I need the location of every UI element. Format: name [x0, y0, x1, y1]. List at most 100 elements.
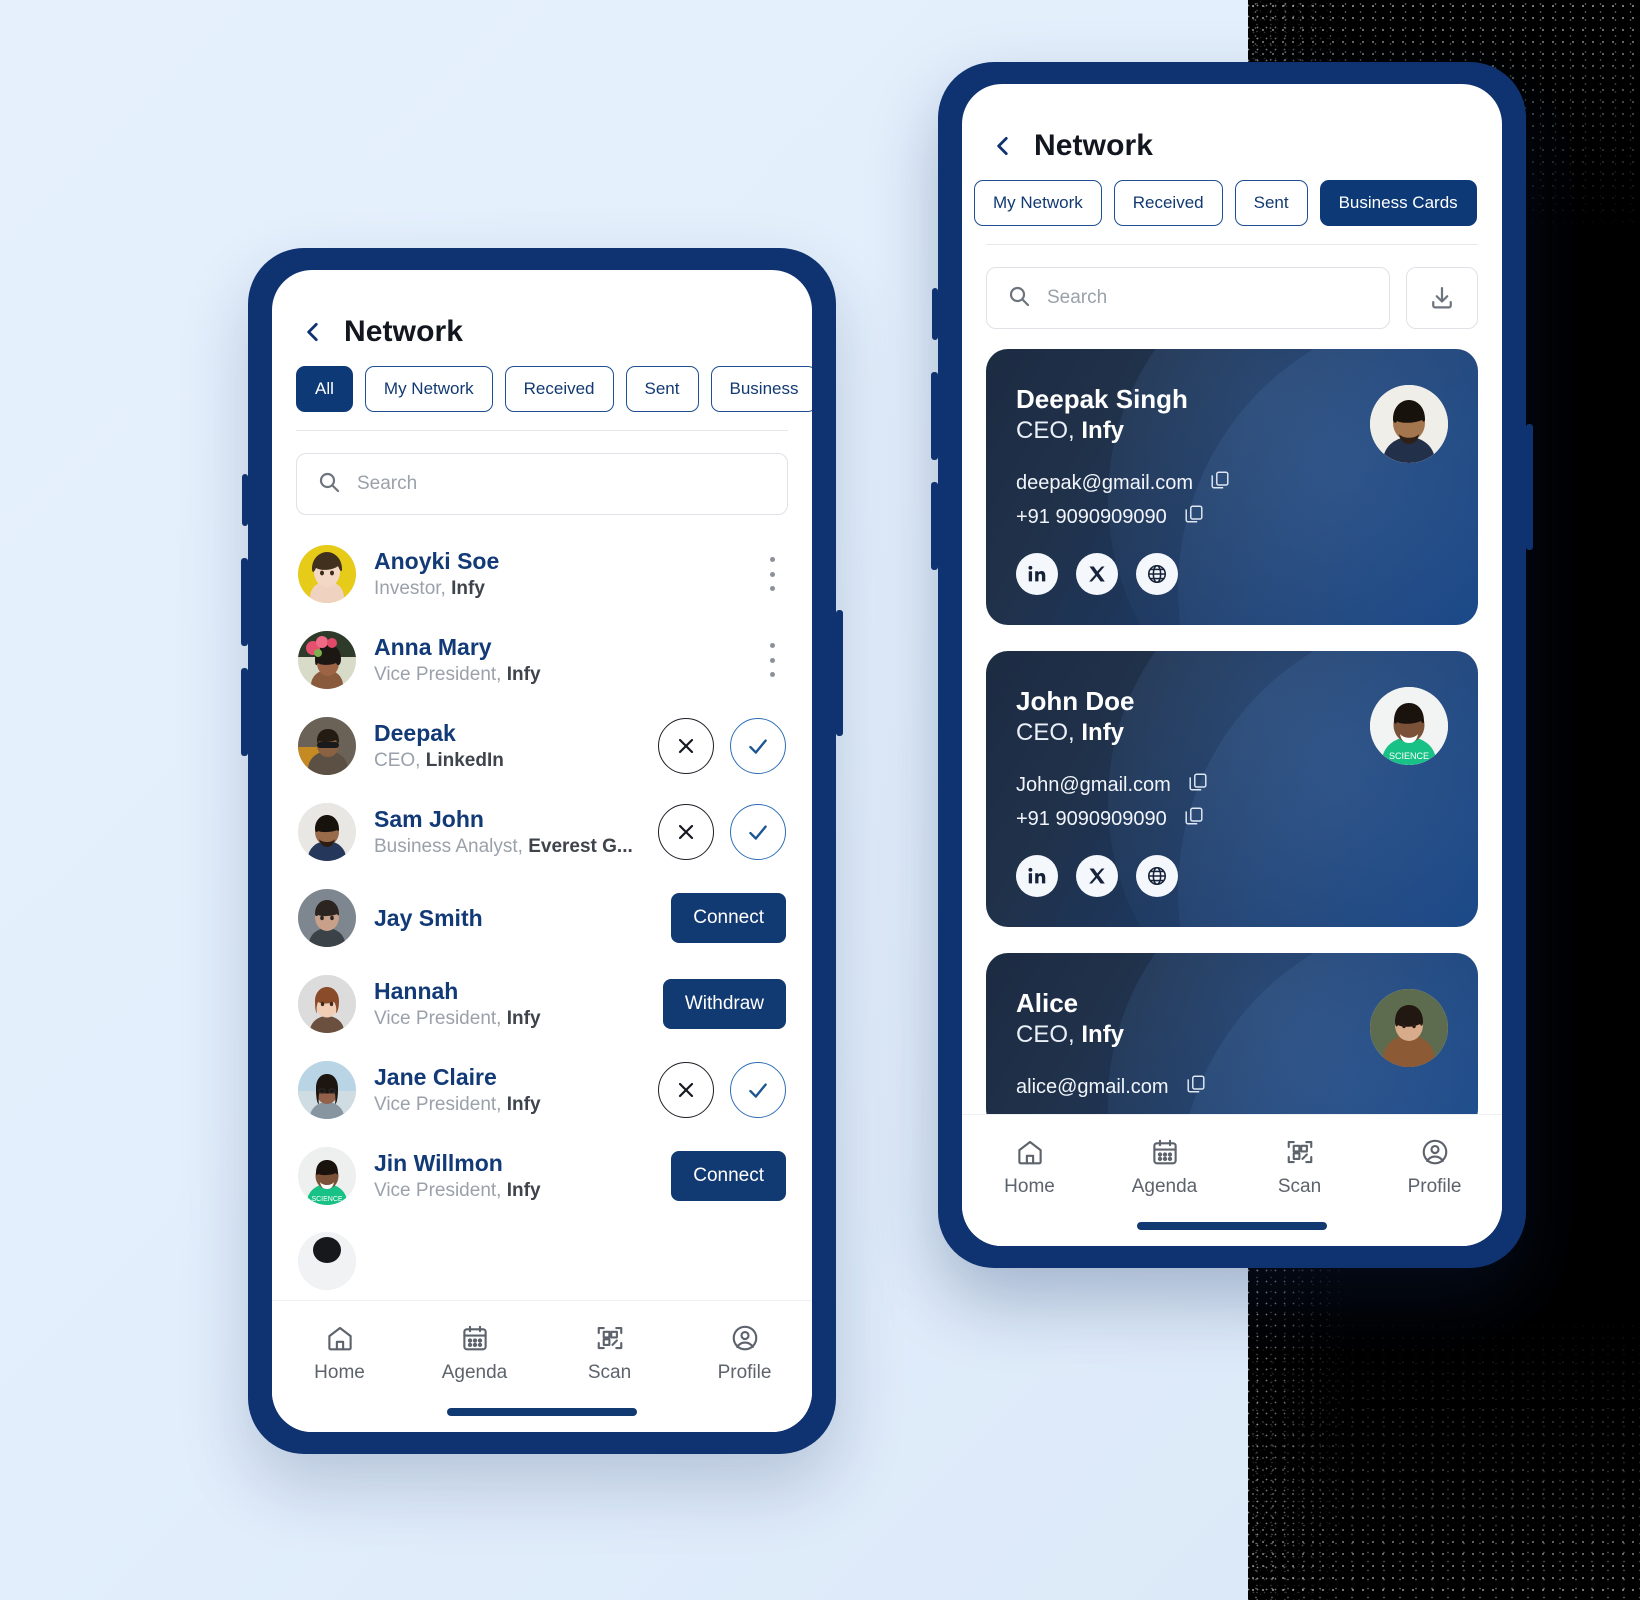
globe-icon[interactable]	[1136, 855, 1178, 897]
tab-business-cards[interactable]: Business	[710, 366, 812, 412]
business-card[interactable]: Alice CEO, Infy alice@gmail.com	[986, 953, 1478, 1114]
avatar: SCIENCE	[1370, 687, 1448, 765]
nav-item-home[interactable]: Home	[280, 1323, 400, 1384]
contact-list[interactable]: Anoyki Soe Investor, Infy Anna Mary Vice…	[272, 525, 812, 1300]
page-title: Network	[344, 315, 464, 348]
phone-side-button-volume-up	[931, 372, 938, 460]
withdraw-button[interactable]: Withdraw	[662, 979, 786, 1029]
nav-item-scan[interactable]: Scan	[1240, 1137, 1360, 1198]
card-email: deepak@gmail.com	[1016, 471, 1194, 494]
copy-icon[interactable]	[1183, 503, 1205, 531]
company-text: Infy	[506, 1007, 541, 1029]
phone-mockup-left: Network All My Network Received Sent Bus…	[241, 248, 843, 1454]
linkedin-icon[interactable]	[1016, 553, 1058, 595]
decline-button[interactable]	[658, 718, 714, 774]
card-socials	[1016, 855, 1448, 897]
x-icon[interactable]	[1076, 553, 1118, 595]
company-text: Infy	[1081, 1021, 1125, 1049]
nav-label: Home	[314, 1362, 365, 1383]
table-row[interactable]: SCIENCE Jin Willmon Vice President, Infy…	[272, 1133, 812, 1219]
chevron-left-icon[interactable]	[990, 133, 1016, 159]
search-icon	[317, 470, 341, 499]
copy-icon[interactable]	[1187, 771, 1209, 799]
table-row[interactable]: Hannah Vice President, Infy Withdraw	[272, 961, 812, 1047]
connect-button[interactable]: Connect	[671, 1151, 786, 1201]
avatar: SCIENCE	[298, 1147, 356, 1205]
contact-role: Business Analyst, Everest G...	[374, 834, 640, 860]
company-text: Infy	[506, 1179, 541, 1201]
tab-sent[interactable]: Sent	[1234, 180, 1308, 226]
tab-my-network[interactable]: My Network	[974, 180, 1102, 226]
table-row[interactable]: Anna Mary Vice President, Infy	[272, 617, 812, 703]
decline-button[interactable]	[658, 804, 714, 860]
tab-received[interactable]: Received	[1113, 180, 1223, 226]
table-row[interactable]: Sam John Business Analyst, Everest G...	[272, 789, 812, 875]
contact-name: Jane Claire	[374, 1063, 497, 1090]
phone-side-button-mute	[242, 474, 248, 526]
search-input[interactable]: Search	[986, 267, 1390, 329]
tab-all[interactable]: All	[296, 366, 353, 412]
nav-item-scan[interactable]: Scan	[550, 1323, 670, 1384]
card-email-row[interactable]: deepak@gmail.com	[1016, 469, 1448, 497]
copy-icon[interactable]	[1183, 805, 1205, 833]
copy-icon[interactable]	[1209, 469, 1231, 497]
avatar	[298, 717, 356, 775]
nav-item-home[interactable]: Home	[970, 1137, 1090, 1198]
app-bar-left: Network	[272, 270, 812, 362]
phone-mockup-right: Network My Network Received Sent Busines…	[931, 62, 1533, 1268]
x-icon[interactable]	[1076, 855, 1118, 897]
table-row[interactable]: Jay Smith Connect	[272, 875, 812, 961]
download-button[interactable]	[1406, 267, 1478, 329]
card-phone-row[interactable]: +91 9090909090	[1016, 503, 1448, 531]
avatar	[298, 631, 356, 689]
role-text: CEO,	[1016, 1021, 1075, 1049]
role-text: Investor,	[374, 577, 446, 599]
accept-button[interactable]	[730, 804, 786, 860]
card-phone-row[interactable]: +91 9090909090	[1016, 805, 1448, 833]
role-text: Vice President,	[374, 1007, 502, 1029]
table-row[interactable]: Anoyki Soe Investor, Infy	[272, 531, 812, 617]
nav-label: Scan	[587, 1362, 632, 1383]
search-input[interactable]: Search	[296, 453, 788, 515]
card-email-row[interactable]: alice@gmail.com	[1016, 1073, 1448, 1101]
nav-item-profile[interactable]: Profile	[1375, 1137, 1495, 1198]
svg-text:SCIENCE: SCIENCE	[311, 1196, 342, 1203]
card-email-row[interactable]: John@gmail.com	[1016, 771, 1448, 799]
business-card[interactable]: John Doe CEO, Infy SCIENCE John@gmail.co…	[986, 651, 1478, 927]
contact-name: Hannah	[374, 977, 459, 1004]
card-phone: +91 9090909090	[1016, 505, 1167, 528]
tab-sent[interactable]: Sent	[625, 366, 699, 412]
business-card[interactable]: Deepak Singh CEO, Infy deepak@gmail.com	[986, 349, 1478, 625]
role-text: Vice President,	[374, 1179, 502, 1201]
nav-label: Agenda	[441, 1362, 508, 1383]
tab-received[interactable]: Received	[504, 366, 614, 412]
avatar	[1370, 385, 1448, 463]
connect-button[interactable]: Connect	[671, 893, 786, 943]
role-text: Vice President,	[374, 663, 502, 685]
linkedin-icon[interactable]	[1016, 855, 1058, 897]
business-card-list[interactable]: Deepak Singh CEO, Infy deepak@gmail.com	[962, 339, 1502, 1114]
accept-button[interactable]	[730, 718, 786, 774]
kebab-menu-icon[interactable]	[768, 557, 776, 591]
tab-my-network[interactable]: My Network	[364, 366, 493, 412]
phone-side-button-volume-up	[241, 558, 248, 646]
decline-button[interactable]	[658, 1062, 714, 1118]
card-name: Alice	[1016, 988, 1079, 1018]
nav-item-agenda[interactable]: Agenda	[415, 1323, 535, 1384]
copy-icon[interactable]	[1185, 1073, 1207, 1101]
nav-item-profile[interactable]: Profile	[685, 1323, 805, 1384]
phone-screen-left: Network All My Network Received Sent Bus…	[272, 270, 812, 1432]
kebab-menu-icon[interactable]	[768, 643, 776, 677]
table-row[interactable]: Jane Claire Vice President, Infy	[272, 1047, 812, 1133]
table-row[interactable]	[272, 1219, 812, 1300]
nav-label: Agenda	[1131, 1176, 1198, 1197]
globe-icon[interactable]	[1136, 553, 1178, 595]
nav-item-agenda[interactable]: Agenda	[1105, 1137, 1225, 1198]
card-phone: +91 9090909090	[1016, 807, 1167, 830]
chevron-left-icon[interactable]	[300, 319, 326, 345]
tab-business-cards[interactable]: Business Cards	[1319, 180, 1477, 226]
accept-button[interactable]	[730, 1062, 786, 1118]
card-email: John@gmail.com	[1016, 773, 1171, 796]
table-row[interactable]: Deepak CEO, LinkedIn	[272, 703, 812, 789]
card-email: alice@gmail.com	[1016, 1075, 1169, 1098]
